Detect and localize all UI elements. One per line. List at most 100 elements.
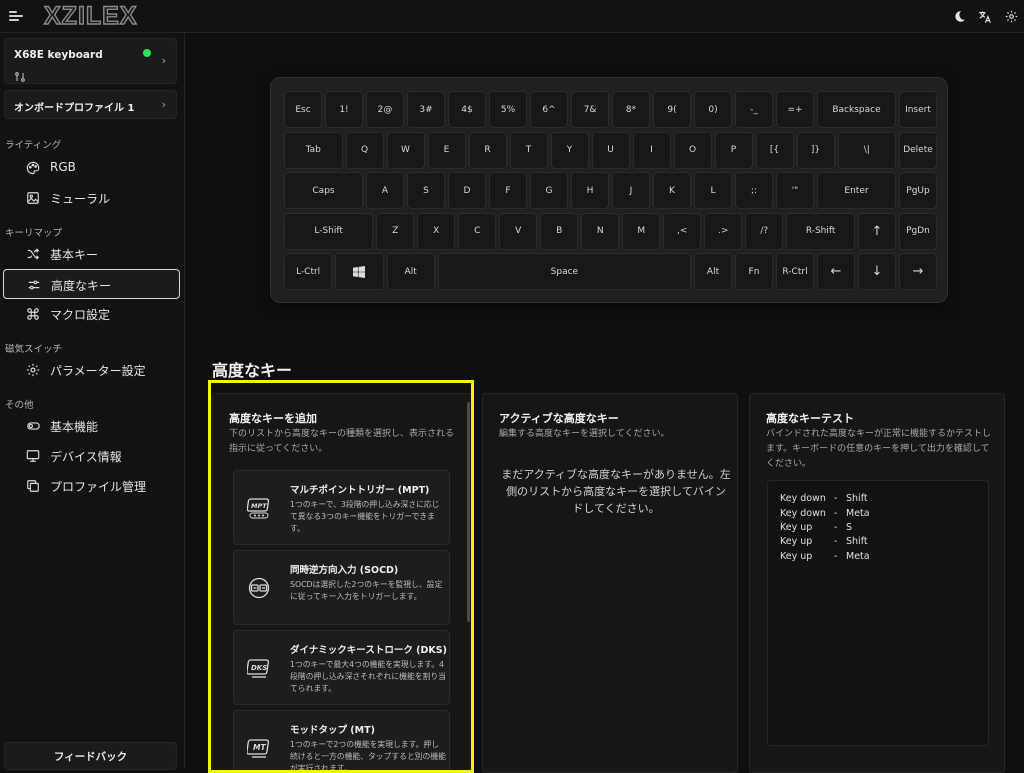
scrollbar[interactable] [467, 402, 470, 622]
key-win[interactable] [335, 253, 384, 290]
key-p[interactable]: P [714, 131, 753, 169]
key-tab[interactable]: Tab [284, 131, 343, 169]
key-u[interactable]: U [591, 131, 630, 169]
key-k4-9[interactable]: → [899, 253, 937, 290]
key-pgdn[interactable]: PgDn [899, 212, 937, 250]
key-label: 8* [625, 104, 637, 115]
key-k1-12[interactable]: ]} [796, 131, 835, 169]
sidebar-item-parameters[interactable]: パラメーター設定 [3, 355, 180, 385]
key-k2-10[interactable]: ;: [735, 172, 773, 209]
key-l[interactable]: L [694, 172, 732, 209]
key-t[interactable]: T [509, 131, 548, 169]
sidebar-item-basic-keys[interactable]: 基本キー [3, 239, 180, 269]
key-lshift[interactable]: L-Shift [284, 212, 374, 250]
key-2[interactable]: 2@ [366, 91, 404, 128]
key-f[interactable]: F [489, 172, 527, 209]
key-v[interactable]: V [499, 212, 538, 250]
key-e[interactable]: E [427, 131, 466, 169]
gear-icon[interactable] [998, 4, 1024, 30]
key-delete[interactable]: Delete [899, 131, 937, 169]
key-s[interactable]: S [407, 172, 445, 209]
key-6[interactable]: 6^ [530, 91, 568, 128]
key-caps[interactable]: Caps [284, 172, 363, 209]
key-m[interactable]: M [622, 212, 661, 250]
key-label: O [688, 145, 697, 155]
key-test-output[interactable]: Key down - Shift Key down - Meta Key up - S Ke… [767, 480, 989, 746]
advanced-key-option-mpt[interactable]: MPT マルチポイントトリガー (MPT) 1つのキーで、3段階の押し込み深さに… [233, 470, 450, 545]
sidebar-item-advanced-keys[interactable]: 高度なキー [3, 269, 180, 299]
key-7[interactable]: 7& [571, 91, 609, 128]
key-c[interactable]: C [458, 212, 497, 250]
key-n[interactable]: N [581, 212, 620, 250]
key-o[interactable]: O [673, 131, 712, 169]
key-x[interactable]: X [417, 212, 456, 250]
profile-selector[interactable]: オンボードプロファイル 1 › [4, 90, 177, 119]
key-rctrl[interactable]: R-Ctrl [776, 253, 814, 290]
key-label: L-Ctrl [296, 266, 321, 277]
advanced-key-option-socd[interactable]: 同時逆方向入力 (SOCD) SOCDは選択した2つのキーを監視し、設定に従って… [233, 550, 450, 625]
key-label: '" [791, 185, 799, 196]
key-y[interactable]: Y [550, 131, 589, 169]
key-i[interactable]: I [632, 131, 671, 169]
key-rshift[interactable]: R-Shift [786, 212, 855, 250]
key-j[interactable]: J [612, 172, 650, 209]
sidebar-item-profile-management[interactable]: プロファイル管理 [3, 471, 180, 501]
key-b[interactable]: B [540, 212, 579, 250]
key-q[interactable]: Q [345, 131, 384, 169]
key-k1-11[interactable]: [{ [755, 131, 794, 169]
sidebar-item-mural[interactable]: ミューラル [3, 183, 180, 213]
moon-icon[interactable] [946, 4, 972, 30]
key-k[interactable]: K [653, 172, 691, 209]
key-k3-8[interactable]: ,< [663, 212, 702, 250]
key-w[interactable]: W [386, 131, 425, 169]
key-pgup[interactable]: PgUp [899, 172, 937, 209]
key-k1-13[interactable]: \| [837, 131, 896, 169]
key-fn[interactable]: Fn [735, 253, 773, 290]
key-g[interactable]: G [530, 172, 568, 209]
key-k3-12[interactable]: ↑ [858, 212, 896, 250]
key-0[interactable]: 0) [694, 91, 732, 128]
key-1[interactable]: 1! [325, 91, 363, 128]
sidebar-item-rgb[interactable]: RGB [3, 153, 180, 183]
key-k2-11[interactable]: '" [776, 172, 814, 209]
key-9[interactable]: 9( [653, 91, 691, 128]
key-8[interactable]: 8* [612, 91, 650, 128]
key-3[interactable]: 3# [407, 91, 445, 128]
feedback-button[interactable]: フィードバック [4, 742, 177, 770]
key-z[interactable]: Z [376, 212, 415, 250]
sidebar-item-device-info[interactable]: デバイス情報 [3, 441, 180, 471]
sidebar-item-basic-functions[interactable]: 基本機能 [3, 411, 180, 441]
sidebar-item-macro[interactable]: マクロ設定 [3, 299, 180, 329]
option-title: モッドタップ (MT) [290, 725, 375, 736]
key-lctrl[interactable]: L-Ctrl [284, 253, 333, 290]
dks-icon: DKS [246, 657, 271, 679]
chevron-right-icon: › [161, 98, 166, 111]
device-settings-icon [14, 67, 26, 86]
key-k3-10[interactable]: /? [745, 212, 784, 250]
key-space[interactable]: Space [437, 253, 691, 290]
key-k3-9[interactable]: .> [704, 212, 743, 250]
advanced-key-option-dks[interactable]: DKS ダイナミックキーストローク (DKS) 1つのキーで最大4つの機能を実現… [233, 630, 450, 705]
key-k0-12[interactable]: =+ [776, 91, 814, 128]
menu-icon[interactable] [9, 8, 25, 24]
key-alt[interactable]: Alt [386, 253, 435, 290]
key-enter[interactable]: Enter [817, 172, 896, 209]
key-k4-7[interactable]: ← [817, 253, 855, 290]
key-4[interactable]: 4$ [448, 91, 486, 128]
key-h[interactable]: H [571, 172, 609, 209]
key-d[interactable]: D [448, 172, 486, 209]
key-esc[interactable]: Esc [284, 91, 322, 128]
translate-icon[interactable] [972, 4, 998, 30]
key-label: 4$ [461, 104, 473, 115]
key-alt[interactable]: Alt [694, 253, 732, 290]
key-r[interactable]: R [468, 131, 507, 169]
key-k4-8[interactable]: ↓ [858, 253, 896, 290]
socd-icon [247, 577, 271, 599]
key-5[interactable]: 5% [489, 91, 527, 128]
advanced-key-option-mt[interactable]: MT モッドタップ (MT) 1つのキーで2つの機能を実現します。押し続けると一… [233, 710, 450, 772]
device-selector[interactable]: X68E keyboard › [4, 38, 177, 84]
key-a[interactable]: A [366, 172, 404, 209]
key-backspace[interactable]: Backspace [817, 91, 896, 128]
key-insert[interactable]: Insert [899, 91, 937, 128]
key-k0-11[interactable]: -_ [735, 91, 773, 128]
